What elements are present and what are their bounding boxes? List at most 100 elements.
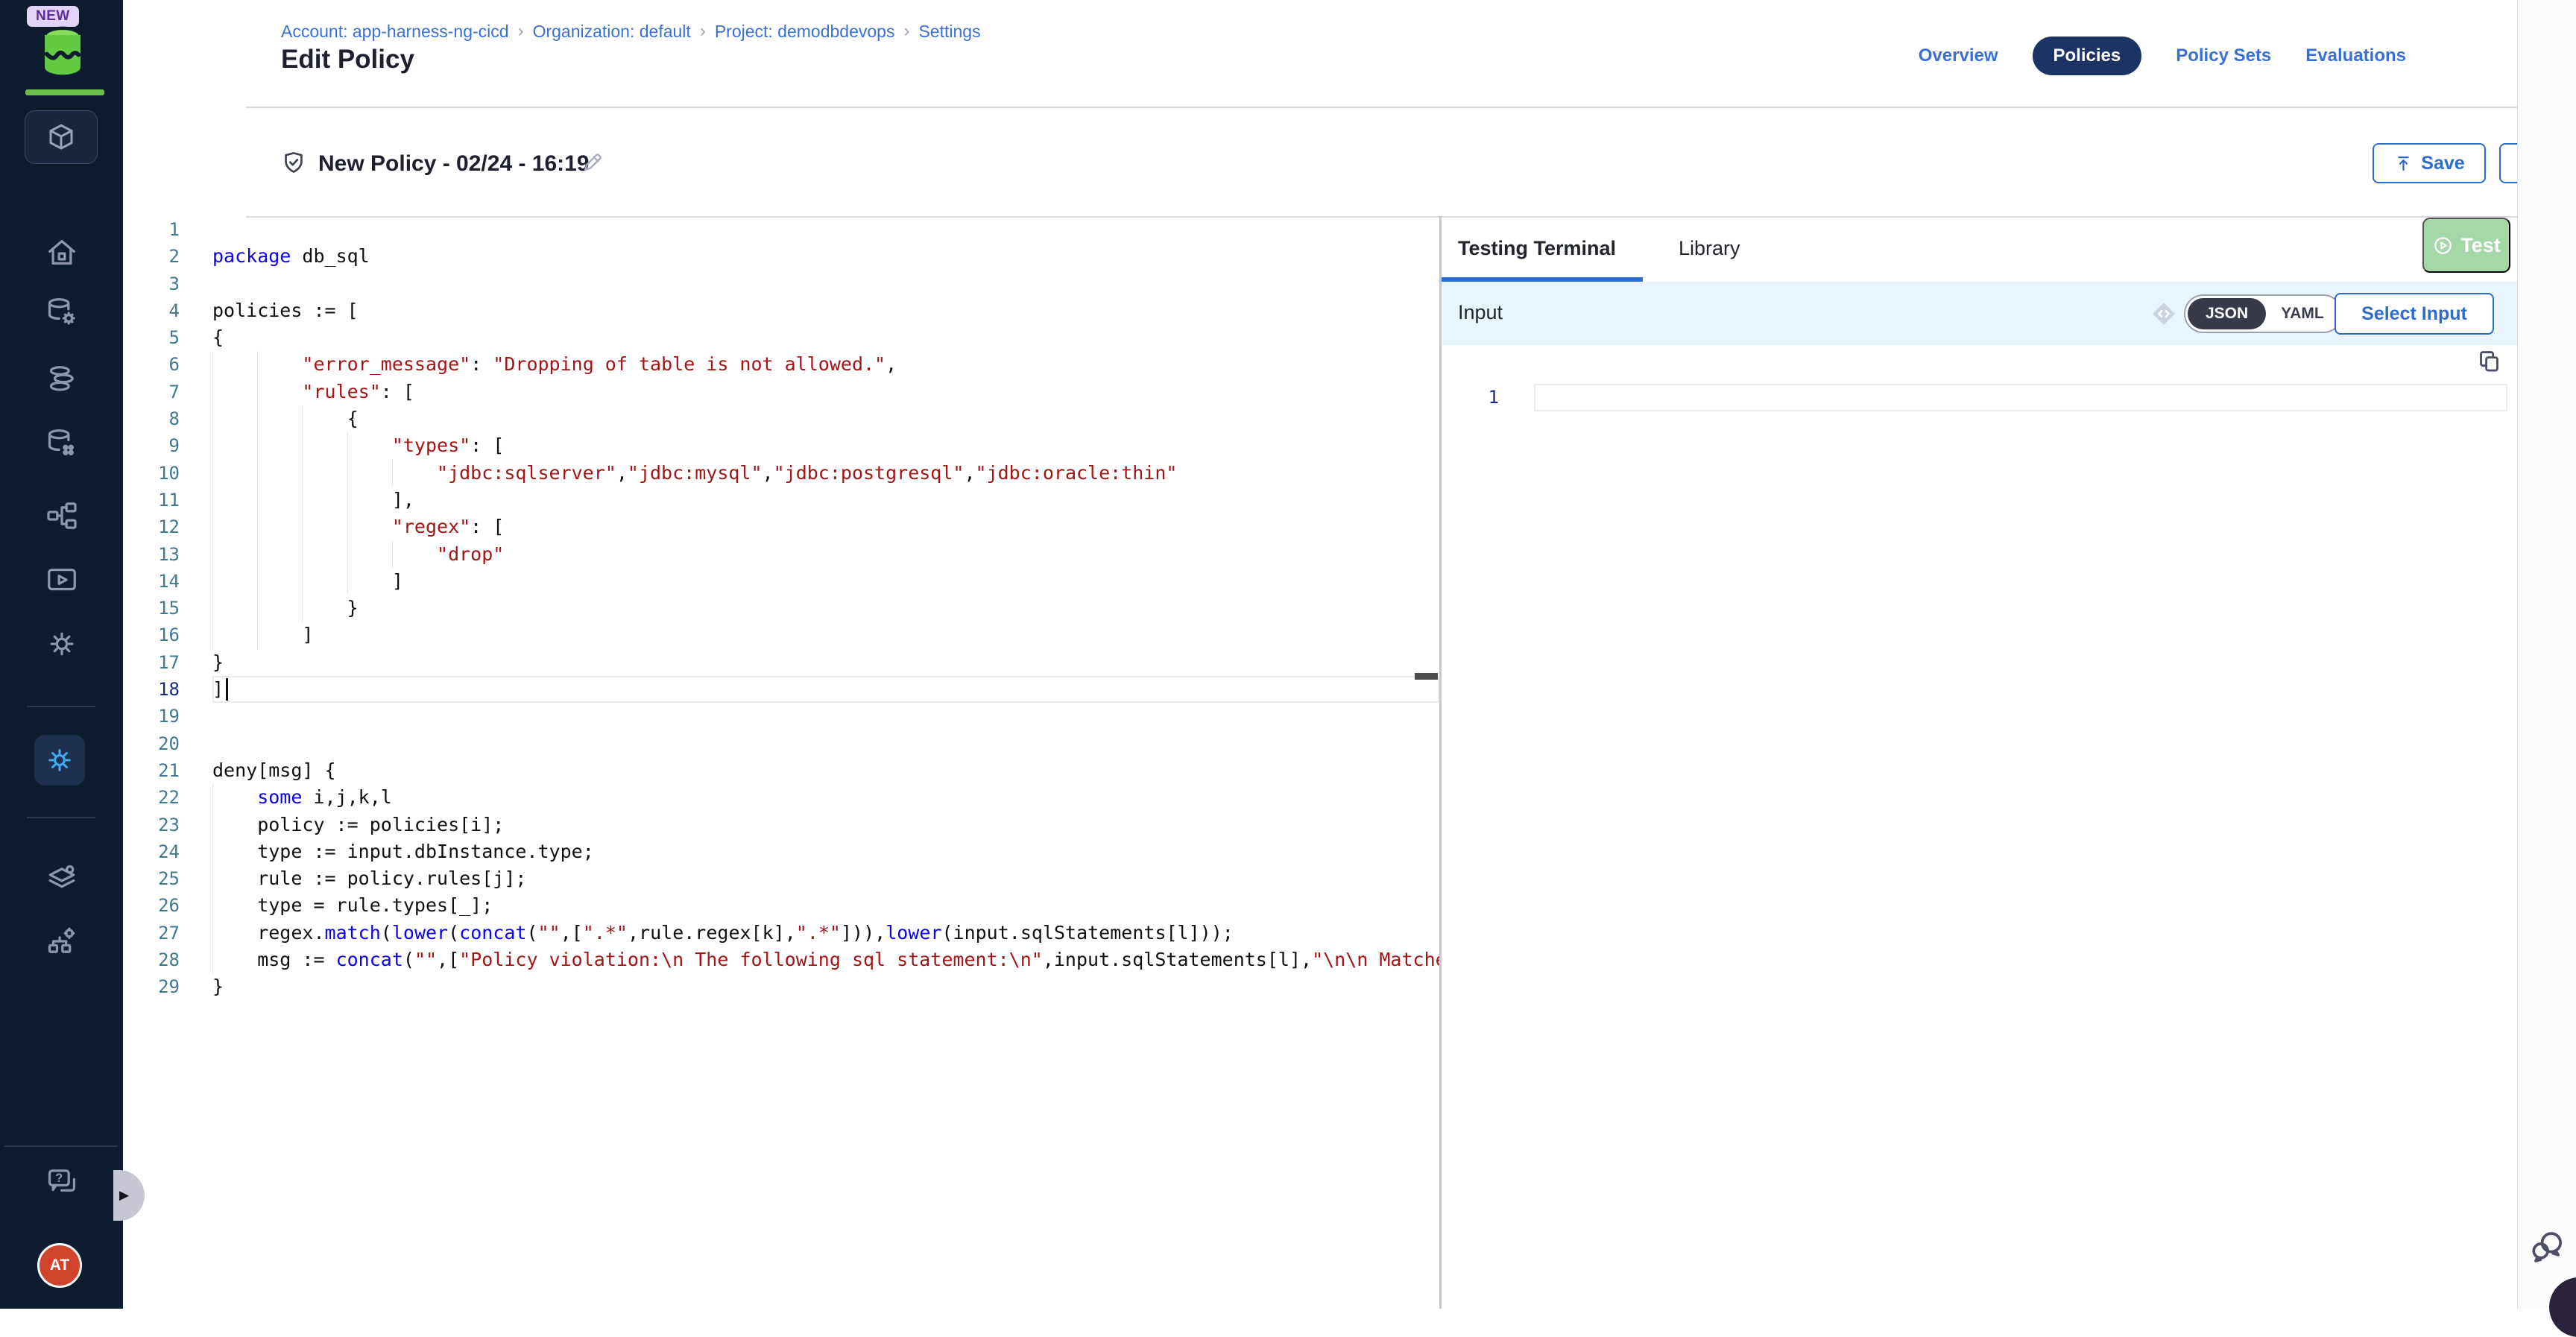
line-number: 5 [123, 324, 212, 351]
code-line[interactable]: 1 [123, 216, 1439, 243]
code-line[interactable]: 20 [123, 730, 1439, 757]
code-line[interactable]: 6"error_message": "Dropping of table is … [123, 351, 1439, 378]
editor-panel-divider[interactable] [1439, 216, 1442, 1309]
code-content: "rules": [ [212, 379, 1439, 405]
code-content: policy := policies[i]; [212, 812, 1439, 838]
code-line[interactable]: 7"rules": [ [123, 379, 1439, 405]
code-line[interactable]: 25rule := policy.rules[j]; [123, 865, 1439, 892]
indent-guide [302, 432, 347, 459]
breadcrumb-link[interactable]: Project: demodbdevops [715, 22, 895, 42]
tab-testing-terminal[interactable]: Testing Terminal [1458, 237, 1616, 260]
save-button[interactable]: Save [2373, 143, 2486, 183]
sidebar-item-database-stack[interactable] [0, 362, 123, 396]
code-content: } [212, 973, 1439, 1000]
code-line[interactable]: 26type = rule.types[_]; [123, 892, 1439, 919]
indent-guide [212, 892, 257, 919]
copy-icon[interactable] [2478, 349, 2501, 374]
sidebar-item-layers-settings[interactable] [0, 860, 123, 894]
code-line[interactable]: 29} [123, 973, 1439, 1000]
chat-bubbles-icon[interactable] [2528, 1228, 2566, 1265]
code-line[interactable]: 19 [123, 703, 1439, 730]
indent-guide [212, 784, 257, 811]
breadcrumb-link[interactable]: Settings [918, 22, 980, 42]
tab-library[interactable]: Library [1679, 237, 1740, 260]
sidebar-item-database-grid[interactable] [0, 426, 123, 461]
code-line[interactable]: 9"types": [ [123, 432, 1439, 459]
code-diamond-icon [2150, 300, 2178, 328]
top-nav-policies[interactable]: Policies [2033, 37, 2142, 75]
module-selector-button[interactable] [25, 110, 98, 164]
gear-icon [43, 744, 76, 777]
code-line[interactable]: 12"regex": [ [123, 513, 1439, 540]
toolbar-divider [246, 216, 2576, 218]
sidebar-item-pipeline[interactable] [0, 499, 123, 533]
code-line[interactable]: 15} [123, 595, 1439, 622]
code-line[interactable]: 3 [123, 271, 1439, 297]
code-content: type = rule.types[_]; [212, 892, 1439, 919]
indent-guide [212, 460, 257, 487]
indent-guide [257, 351, 302, 378]
avatar[interactable]: AT [37, 1243, 82, 1288]
top-nav-policy-sets[interactable]: Policy Sets [2176, 45, 2271, 66]
chevron-right-icon: › [903, 21, 909, 42]
code-line[interactable]: 18] [123, 676, 1439, 703]
top-nav-overview[interactable]: Overview [1919, 45, 1998, 66]
indent-guide [257, 460, 302, 487]
code-line[interactable]: 16] [123, 622, 1439, 648]
code-content [212, 703, 1439, 730]
test-button[interactable]: Test [2422, 218, 2510, 273]
code-line[interactable]: 24type := input.dbInstance.type; [123, 838, 1439, 865]
indent-guide [257, 513, 302, 540]
line-number: 28 [123, 946, 212, 973]
input-editor-line-number: 1 [1441, 383, 1530, 411]
sidebar-item-database-settings[interactable] [0, 295, 123, 329]
code-line[interactable]: 28msg := concat("",["Policy violation:\n… [123, 946, 1439, 973]
format-option-json[interactable]: JSON [2188, 298, 2266, 329]
input-editor-active-line[interactable] [1534, 384, 2507, 411]
indent-guide [302, 541, 347, 568]
indent-guide [212, 622, 257, 648]
code-line[interactable]: 21deny[msg] { [123, 757, 1439, 784]
code-content: msg := concat("",["Policy violation:\n T… [212, 946, 1439, 973]
code-content: } [212, 595, 1439, 622]
code-content: ] [212, 676, 1439, 703]
code-line[interactable]: 23policy := policies[i]; [123, 812, 1439, 838]
code-line[interactable]: 2package db_sql [123, 243, 1439, 270]
breadcrumb-link[interactable]: Organization: default [533, 22, 691, 42]
sidebar-item-video-player[interactable] [0, 563, 123, 597]
code-content: regex.match(lower(concat("",[".*",rule.r… [212, 920, 1439, 946]
code-line[interactable]: 11], [123, 487, 1439, 513]
code-line[interactable]: 14] [123, 568, 1439, 595]
code-line[interactable]: 13"drop" [123, 541, 1439, 568]
code-line[interactable]: 17} [123, 649, 1439, 676]
select-input-button[interactable]: Select Input [2334, 293, 2494, 335]
breadcrumb-link[interactable]: Account: app-harness-ng-cicd [281, 22, 509, 42]
indent-guide [257, 568, 302, 595]
sidebar-item-org-settings[interactable] [0, 924, 123, 958]
line-number: 19 [123, 703, 212, 730]
line-number: 8 [123, 405, 212, 432]
sidebar-item-gear[interactable] [0, 627, 123, 661]
sidebar-item-home[interactable] [0, 236, 123, 270]
format-toggle: JSONYAML [2184, 294, 2343, 333]
code-content [212, 271, 1439, 297]
harness-dbdevops-logo-icon[interactable] [37, 24, 88, 79]
policy-code-editor[interactable]: 12package db_sql34policies := [5{6"error… [123, 216, 1439, 1309]
indent-guide [212, 568, 257, 595]
aida-button[interactable] [2549, 1277, 2576, 1337]
indent-guide [302, 460, 347, 487]
code-content: type := input.dbInstance.type; [212, 838, 1439, 865]
edit-pencil-icon[interactable] [579, 151, 604, 176]
sidebar-item-settings-active[interactable] [34, 735, 85, 786]
pipeline-icon [45, 499, 79, 533]
code-line[interactable]: 5{ [123, 324, 1439, 351]
code-line[interactable]: 8{ [123, 405, 1439, 432]
code-line[interactable]: 27regex.match(lower(concat("",[".*",rule… [123, 920, 1439, 946]
code-line[interactable]: 22some i,j,k,l [123, 784, 1439, 811]
code-content: "types": [ [212, 432, 1439, 459]
code-line[interactable]: 4policies := [ [123, 297, 1439, 324]
format-option-yaml[interactable]: YAML [2266, 298, 2339, 329]
top-nav-evaluations[interactable]: Evaluations [2305, 45, 2406, 66]
code-line[interactable]: 10"jdbc:sqlserver","jdbc:mysql","jdbc:po… [123, 460, 1439, 487]
help-chat-icon[interactable]: ? [0, 1164, 123, 1198]
